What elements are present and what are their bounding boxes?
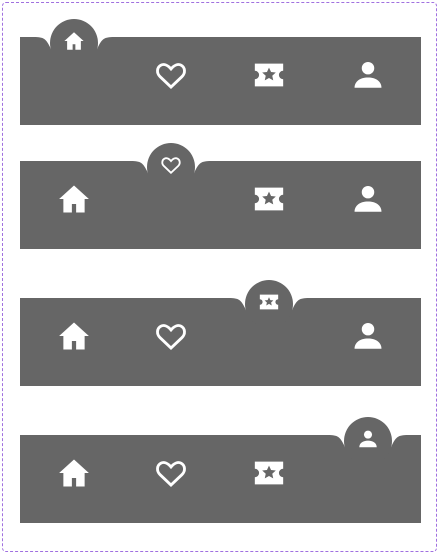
ticket-icon bbox=[252, 456, 286, 495]
nav-item-ticket[interactable] bbox=[241, 447, 297, 503]
active-indicator bbox=[50, 19, 98, 67]
ticket-icon bbox=[252, 182, 286, 221]
nav-item-heart[interactable] bbox=[147, 143, 195, 191]
heart-icon bbox=[154, 58, 188, 97]
bottom-navbar bbox=[20, 280, 421, 386]
nav-item-home[interactable] bbox=[46, 447, 102, 503]
active-indicator bbox=[245, 280, 293, 328]
heart-icon bbox=[154, 319, 188, 358]
user-icon bbox=[357, 428, 379, 455]
nav-item-heart[interactable] bbox=[143, 49, 199, 105]
ticket-icon bbox=[252, 58, 286, 97]
nav-item-ticket[interactable] bbox=[241, 173, 297, 229]
heart-icon bbox=[154, 456, 188, 495]
bottom-navbar bbox=[20, 143, 421, 249]
user-icon bbox=[351, 58, 385, 97]
home-icon bbox=[57, 182, 91, 221]
nav-item-user[interactable] bbox=[340, 173, 396, 229]
heart-icon bbox=[160, 154, 182, 181]
home-icon bbox=[57, 319, 91, 358]
ticket-icon bbox=[258, 291, 280, 318]
nav-item-ticket[interactable] bbox=[245, 280, 293, 328]
nav-item-home[interactable] bbox=[46, 310, 102, 366]
nav-item-user[interactable] bbox=[340, 310, 396, 366]
home-icon bbox=[63, 30, 85, 57]
bottom-navbar bbox=[20, 19, 421, 125]
user-icon bbox=[351, 319, 385, 358]
home-icon bbox=[57, 456, 91, 495]
nav-item-home[interactable] bbox=[50, 19, 98, 67]
user-icon bbox=[351, 182, 385, 221]
active-indicator bbox=[344, 417, 392, 465]
active-indicator bbox=[147, 143, 195, 191]
nav-item-ticket[interactable] bbox=[241, 49, 297, 105]
bottom-navbar bbox=[20, 417, 421, 523]
nav-item-heart[interactable] bbox=[143, 310, 199, 366]
nav-item-user[interactable] bbox=[344, 417, 392, 465]
nav-item-heart[interactable] bbox=[143, 447, 199, 503]
nav-item-home[interactable] bbox=[46, 173, 102, 229]
nav-item-user[interactable] bbox=[340, 49, 396, 105]
